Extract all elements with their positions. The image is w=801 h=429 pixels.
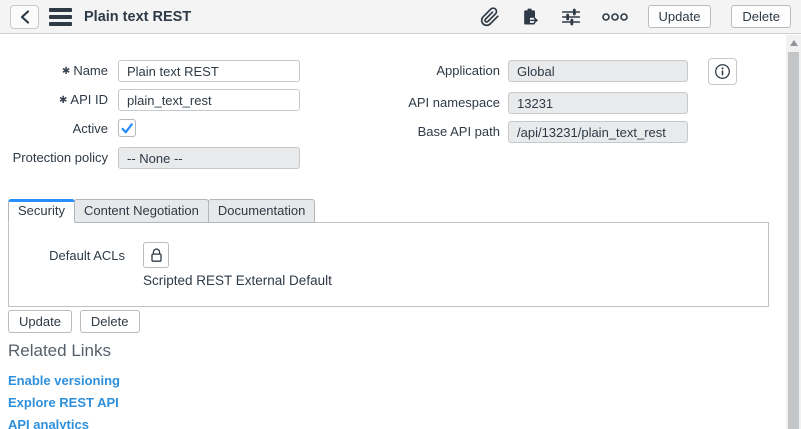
footer-delete-button[interactable]: Delete [80, 310, 140, 333]
acl-lock-button[interactable] [143, 242, 169, 268]
application-label: Application [388, 60, 500, 78]
api-id-label: ✱API ID [8, 89, 108, 109]
base-api-path-field-row: Base API path [388, 121, 737, 143]
record-title: Plain text REST [84, 9, 191, 25]
footer-update-button[interactable]: Update [8, 310, 72, 333]
tab-documentation[interactable]: Documentation [208, 199, 315, 223]
tab-content-negotiation[interactable]: Content Negotiation [74, 199, 209, 223]
api-namespace-field-row: API namespace [388, 92, 737, 114]
protection-policy-input [118, 147, 300, 169]
security-tab-panel: Default ACLs Scripted REST External Defa… [8, 222, 769, 307]
lock-icon [149, 247, 164, 263]
required-icon: ✱ [62, 66, 70, 77]
protection-policy-field-row: Protection policy [8, 147, 300, 169]
vertical-scrollbar [786, 35, 801, 429]
tab-security[interactable]: Security [8, 199, 75, 223]
record-form-screen: Plain text REST [0, 0, 801, 429]
api-id-field-row: ✱API ID [8, 89, 300, 111]
api-namespace-label: API namespace [388, 92, 500, 110]
form-tabs-section: Security Content Negotiation Documentati… [8, 199, 769, 307]
back-button[interactable] [10, 5, 39, 29]
related-links-section: Related Links Enable versioning Explore … [8, 341, 120, 429]
link-enable-versioning[interactable]: Enable versioning [8, 373, 120, 388]
info-icon [714, 63, 731, 80]
default-acls-row: Default ACLs Scripted REST External Defa… [9, 223, 768, 288]
more-options-icon[interactable] [602, 12, 628, 22]
header-update-button[interactable]: Update [648, 5, 712, 28]
related-links-heading: Related Links [8, 341, 120, 361]
header-delete-button[interactable]: Delete [731, 5, 791, 28]
api-namespace-input [508, 92, 688, 114]
acl-value-text: Scripted REST External Default [143, 273, 332, 288]
copy-record-icon[interactable] [520, 7, 540, 27]
context-menu-icon[interactable] [49, 6, 72, 28]
chevron-left-icon [19, 10, 31, 24]
attachment-paperclip-icon[interactable] [480, 7, 500, 27]
link-explore-rest-api[interactable]: Explore REST API [8, 395, 120, 410]
application-info-button[interactable] [708, 58, 737, 85]
form-fields: ✱Name ✱API ID Active Protection pol [8, 60, 737, 176]
form-footer-buttons: Update Delete [8, 310, 140, 333]
application-field-row: Application [388, 60, 737, 85]
active-field-row: Active [8, 118, 300, 140]
name-label: ✱Name [8, 60, 108, 80]
api-id-input[interactable] [118, 89, 300, 111]
default-acls-label: Default ACLs [47, 242, 125, 288]
scrollbar-up-arrow[interactable] [786, 35, 801, 51]
protection-policy-label: Protection policy [8, 147, 108, 165]
name-field-row: ✱Name [8, 60, 300, 82]
required-icon: ✱ [59, 95, 67, 106]
application-input [508, 60, 688, 82]
active-checkbox[interactable] [118, 119, 136, 137]
active-label: Active [8, 118, 108, 136]
header-actions: Update Delete [480, 5, 792, 28]
scrollbar-thumb[interactable] [788, 52, 799, 429]
base-api-path-input [508, 121, 688, 143]
link-api-analytics[interactable]: API analytics [8, 417, 120, 429]
checkmark-icon [120, 122, 134, 135]
tab-strip: Security Content Negotiation Documentati… [8, 199, 769, 223]
base-api-path-label: Base API path [388, 121, 500, 139]
name-input[interactable] [118, 60, 300, 82]
personalize-form-sliders-icon[interactable] [560, 7, 582, 27]
form-header: Plain text REST [0, 0, 801, 34]
